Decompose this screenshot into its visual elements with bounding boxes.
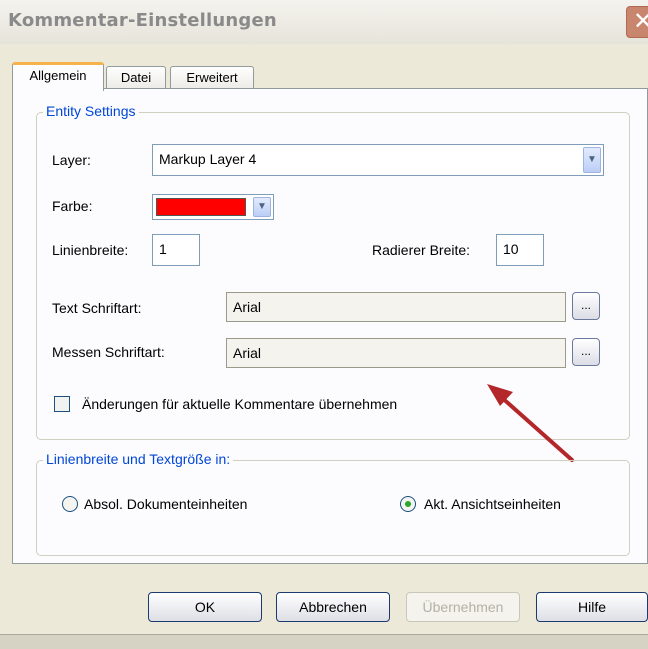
tab-allgemein[interactable]: Allgemein [12,62,104,91]
radio-absolute-units[interactable] [62,496,78,512]
radio-selected-dot [405,501,411,507]
help-button[interactable]: Hilfe [536,592,648,622]
units-group-legend: Linienbreite und Textgröße in: [43,451,234,467]
cancel-button[interactable]: Abbrechen [276,592,390,622]
radio-view-units-label[interactable]: Akt. Ansichtseinheiten [424,496,561,512]
apply-button[interactable]: Übernehmen [406,592,520,622]
radio-absolute-units-label[interactable]: Absol. Dokumenteinheiten [84,496,247,512]
window-bottom-edge [0,634,648,649]
ok-button[interactable]: OK [148,592,262,622]
radio-view-units[interactable] [400,496,416,512]
